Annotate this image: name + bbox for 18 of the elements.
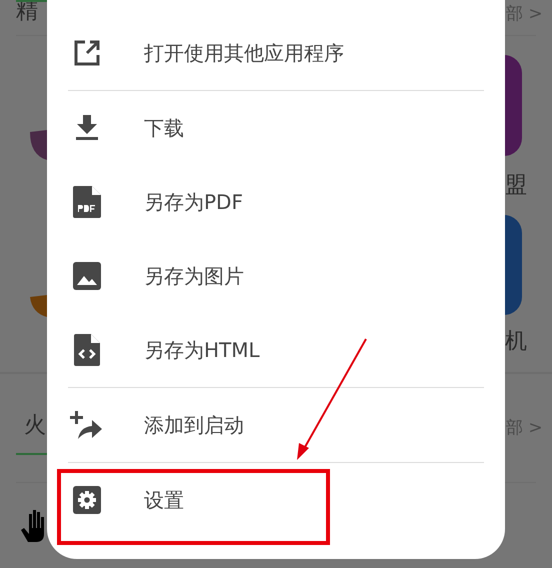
- download-icon: [75, 115, 99, 141]
- open-external-icon: [73, 39, 101, 67]
- app-label: 盟: [505, 172, 527, 200]
- menu-item[interactable]: 下载: [68, 91, 484, 165]
- code-file-icon: [74, 334, 100, 366]
- menu-item[interactable]: 添加到启动: [68, 388, 484, 462]
- app-label: 机: [505, 328, 527, 356]
- pdf-file-icon: [73, 186, 101, 218]
- section-title: 精: [16, 0, 38, 26]
- menu-item[interactable]: 另存为HTML: [68, 313, 484, 387]
- menu-item[interactable]: 另存为PDF: [68, 165, 484, 239]
- image-icon: [73, 262, 101, 290]
- section-title: 火: [24, 412, 46, 440]
- add-forward-icon: [70, 411, 104, 439]
- menu-item[interactable]: 另存为图片: [68, 239, 484, 313]
- settings-icon: [73, 486, 101, 514]
- menu-item[interactable]: 设置: [68, 463, 484, 537]
- menu-item[interactable]: 打开使用其他应用程序: [68, 16, 484, 90]
